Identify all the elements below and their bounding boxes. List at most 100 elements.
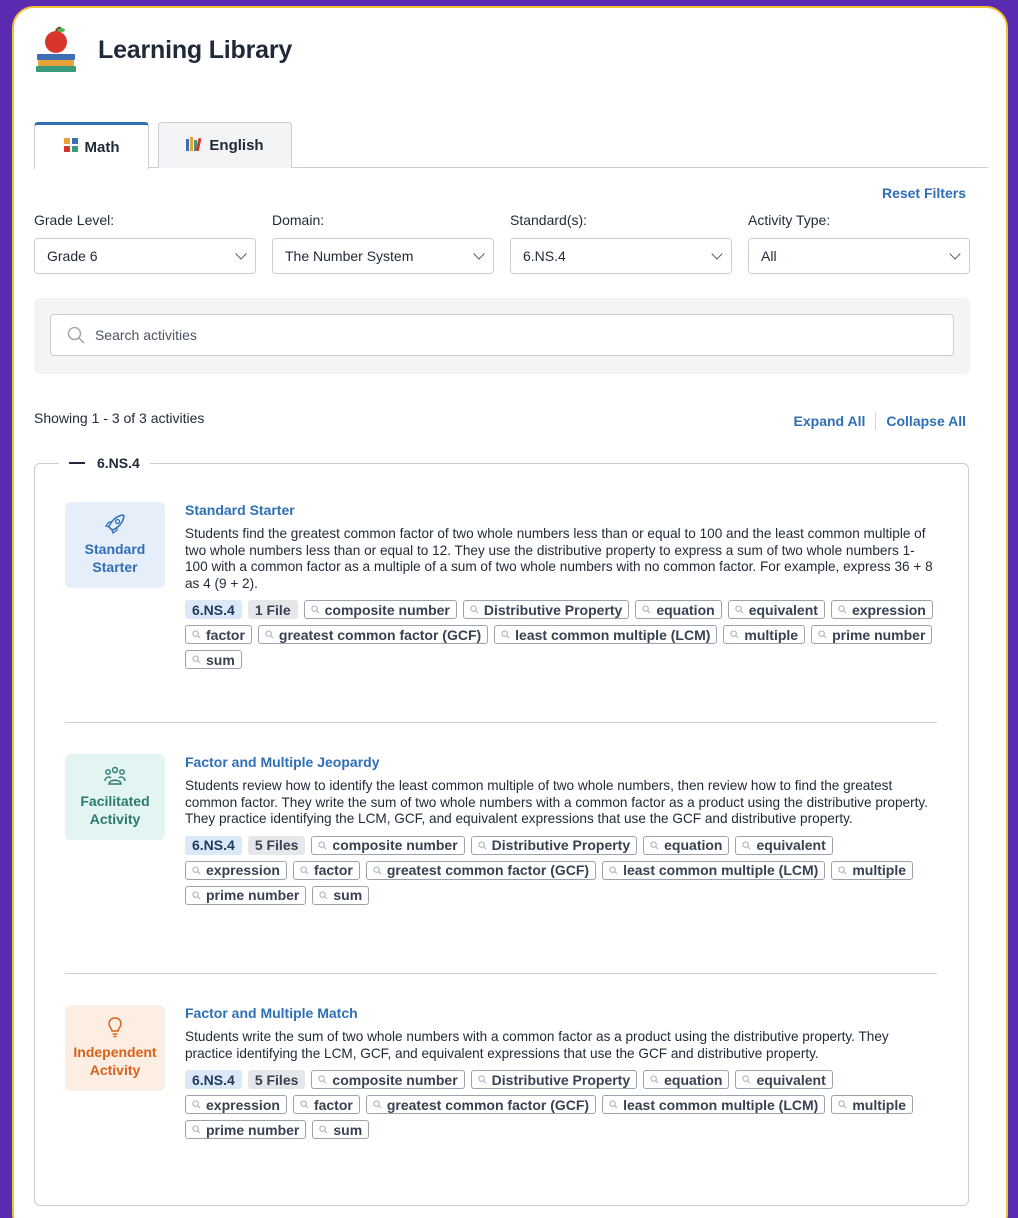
tab-english[interactable]: English: [158, 122, 292, 168]
standard-select[interactable]: 6.NS.4: [510, 238, 732, 274]
keyword-tag[interactable]: expression: [185, 1095, 287, 1114]
chevron-down-icon: [711, 248, 723, 260]
keyword-tag[interactable]: expression: [185, 860, 287, 880]
keyword-tag[interactable]: sum: [312, 885, 370, 905]
activity-type-independent: Independent Activity: [65, 1005, 165, 1091]
keyword-tag[interactable]: composite number: [311, 835, 465, 855]
activity-type-label: Activity Type:: [748, 212, 831, 228]
domain-value: The Number System: [285, 248, 414, 264]
file-count-badge: 1 File: [247, 600, 298, 619]
tag-label: composite number: [332, 837, 458, 853]
keyword-tag[interactable]: equation: [643, 1070, 730, 1089]
keyword-tag[interactable]: equation: [635, 600, 722, 619]
keyword-tag[interactable]: sum: [185, 650, 242, 669]
grade-level-value: Grade 6: [47, 248, 98, 264]
tag-label: factor: [206, 626, 245, 643]
tag-label: Distributive Property: [491, 837, 631, 853]
keyword-tag[interactable]: Distributive Property: [470, 835, 638, 855]
expand-all-link[interactable]: Expand All: [794, 413, 866, 429]
keyword-tag[interactable]: expression: [830, 600, 933, 619]
search-icon: [192, 1100, 201, 1109]
activity-type-standard-starter: Standard Starter: [65, 502, 165, 588]
activity-title-link[interactable]: Standard Starter: [185, 502, 937, 518]
search-icon: [609, 865, 618, 874]
keyword-tag[interactable]: equivalent: [735, 1070, 833, 1089]
group-label: 6.NS.4: [97, 455, 140, 471]
tag-label: Distributive Property: [491, 1071, 631, 1088]
search-icon: [265, 630, 274, 639]
keyword-tag[interactable]: equation: [643, 835, 730, 855]
tag-list: 6.NS.4 5 Files composite number Distribu…: [185, 835, 937, 905]
activity-divider: [65, 973, 937, 974]
tag-label: composite number: [324, 601, 450, 618]
activity-divider: [65, 722, 937, 723]
search-icon: [735, 605, 744, 614]
standard-label: Standard(s):: [510, 212, 588, 228]
people-group-icon: [104, 766, 126, 785]
activity-type-value: All: [761, 248, 777, 264]
standard-badge: 6.NS.4: [185, 1070, 242, 1089]
search-icon: [319, 1125, 328, 1134]
keyword-tag[interactable]: least common multiple (LCM): [494, 625, 718, 644]
tag-label: least common multiple (LCM): [623, 862, 819, 878]
tag-label: equation: [664, 1071, 723, 1088]
tab-math[interactable]: Math: [34, 122, 149, 169]
search-icon: [300, 1100, 309, 1109]
collapse-all-link[interactable]: Collapse All: [886, 413, 966, 429]
grade-level-select[interactable]: Grade 6: [34, 238, 256, 274]
chevron-down-icon: [235, 248, 247, 260]
keyword-tag[interactable]: Distributive Property: [470, 1070, 638, 1089]
search-icon: [192, 890, 201, 899]
activity-body: Factor and Multiple Jeopardy Students re…: [185, 754, 937, 905]
tag-label: expression: [206, 862, 280, 878]
search-icon: [478, 1075, 487, 1084]
keyword-tag[interactable]: prime number: [811, 625, 933, 644]
keyword-tag[interactable]: multiple: [831, 860, 913, 880]
results-count: Showing 1 - 3 of 3 activities: [34, 410, 205, 426]
keyword-tag[interactable]: composite number: [311, 1070, 465, 1089]
activity-title-link[interactable]: Factor and Multiple Match: [185, 1005, 937, 1021]
search-icon: [730, 630, 739, 639]
tag-label: factor: [313, 1096, 353, 1113]
keyword-tag[interactable]: prime number: [185, 1120, 307, 1139]
keyword-tag[interactable]: least common multiple (LCM): [602, 1095, 826, 1114]
reset-filters-link[interactable]: Reset Filters: [882, 185, 966, 201]
search-icon: [609, 1100, 618, 1109]
collapse-dash-icon: [69, 462, 85, 464]
activity-type-select[interactable]: All: [748, 238, 970, 274]
search-input[interactable]: [94, 327, 953, 343]
keyword-tag[interactable]: multiple: [831, 1095, 913, 1114]
tag-label: greatest common factor (GCF): [386, 862, 590, 878]
keyword-tag[interactable]: factor: [185, 625, 252, 644]
keyword-tag[interactable]: factor: [292, 1095, 360, 1114]
domain-select[interactable]: The Number System: [272, 238, 494, 274]
search-icon: [311, 605, 320, 614]
chevron-down-icon: [473, 248, 485, 260]
keyword-tag[interactable]: factor: [292, 860, 360, 880]
rocket-icon: [104, 514, 125, 535]
search-icon: [373, 865, 382, 874]
keyword-tag[interactable]: multiple: [723, 625, 806, 644]
keyword-tag[interactable]: Distributive Property: [462, 600, 630, 619]
group-toggle[interactable]: 6.NS.4: [59, 455, 150, 471]
keyword-tag[interactable]: prime number: [185, 885, 307, 905]
keyword-tag[interactable]: greatest common factor (GCF): [257, 625, 489, 644]
keyword-tag[interactable]: equivalent: [735, 835, 833, 855]
keyword-tag[interactable]: composite number: [303, 600, 457, 619]
keyword-tag[interactable]: equivalent: [727, 600, 825, 619]
search-icon: [501, 630, 510, 639]
search-icon: [470, 605, 479, 614]
keyword-tag[interactable]: greatest common factor (GCF): [365, 1095, 597, 1114]
activity-title-link[interactable]: Factor and Multiple Jeopardy: [185, 754, 937, 770]
keyword-tag[interactable]: greatest common factor (GCF): [365, 860, 597, 880]
search-icon: [818, 630, 827, 639]
tag-label: composite number: [332, 1071, 458, 1088]
search-icon: [318, 1075, 327, 1084]
search-icon: [319, 890, 328, 899]
tag-label: multiple: [852, 862, 906, 878]
keyword-tag[interactable]: least common multiple (LCM): [602, 860, 826, 880]
activity-body: Standard Starter Students find the great…: [185, 502, 937, 669]
tag-label: prime number: [206, 1121, 300, 1138]
keyword-tag[interactable]: sum: [312, 1120, 370, 1139]
activity-type-line2: Starter: [92, 559, 138, 575]
